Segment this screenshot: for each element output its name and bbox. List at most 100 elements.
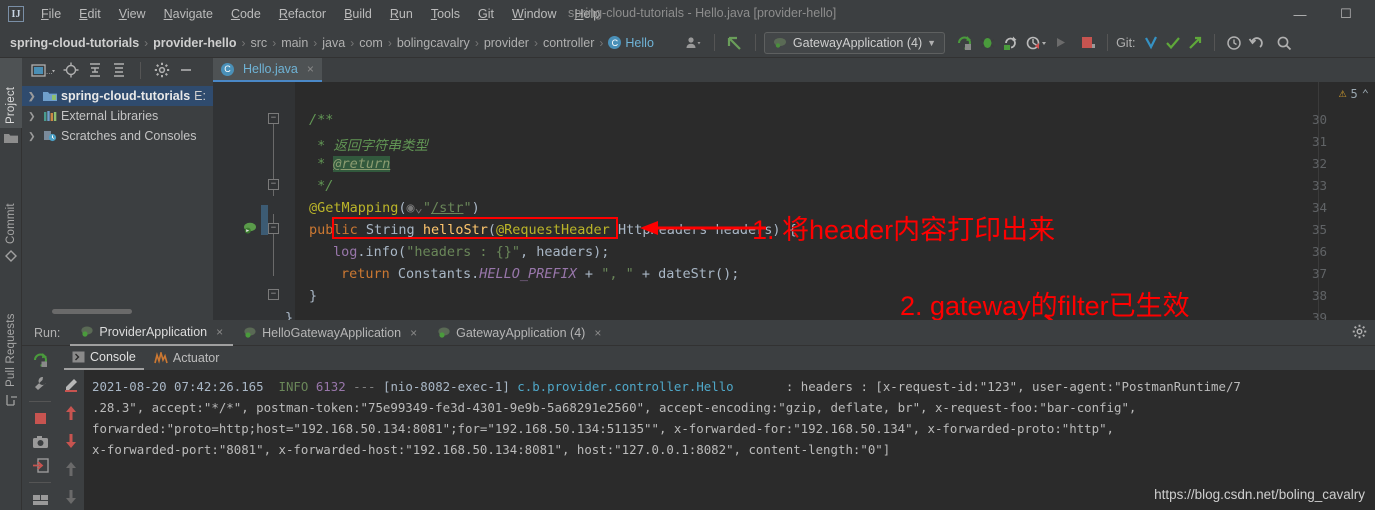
run-gutter-icon[interactable]: [243, 221, 257, 235]
editor-tab-hello-java[interactable]: C Hello.java ×: [213, 58, 322, 82]
class-badge-icon: C: [608, 36, 622, 49]
title-bar: IJ File Edit View Navigate Code Refactor…: [0, 0, 1375, 28]
menu-item-navigate[interactable]: Navigate: [155, 3, 222, 25]
menu-item-view[interactable]: View: [110, 3, 155, 25]
breadcrumb-item-class[interactable]: Hello: [625, 36, 654, 50]
rerun-icon[interactable]: [28, 350, 52, 371]
prev-icon[interactable]: [59, 458, 83, 480]
gear-icon[interactable]: [1352, 324, 1367, 339]
run-icon[interactable]: [1050, 32, 1071, 54]
layout-icon[interactable]: [28, 489, 52, 510]
coverage-icon[interactable]: [999, 32, 1022, 54]
menu-item-edit[interactable]: Edit: [70, 3, 110, 25]
code-line-32: * @return: [309, 156, 391, 172]
console-icon: [72, 351, 85, 363]
breadcrumb-item-0[interactable]: spring-cloud-tutorials: [10, 36, 139, 50]
menu-item-build[interactable]: Build: [335, 3, 381, 25]
project-view-icon[interactable]: ...: [28, 59, 58, 81]
tab-actuator[interactable]: Actuator: [146, 346, 228, 370]
close-icon[interactable]: ×: [307, 62, 314, 76]
gear-icon[interactable]: [151, 59, 173, 81]
inspection-widget[interactable]: ⚠ 5 ⌃: [1339, 86, 1369, 101]
breadcrumb-item-8[interactable]: controller: [543, 36, 594, 50]
run-tab-provider-application[interactable]: ProviderApplication ×: [70, 320, 234, 346]
run-tab-hello-gateway-application[interactable]: HelloGatewayApplication ×: [233, 320, 427, 346]
window-controls: — ☐: [1277, 0, 1369, 28]
breadcrumb-item-1[interactable]: provider-hello: [153, 36, 236, 50]
sub-tab-label: Console: [90, 350, 136, 364]
maximize-button[interactable]: ☐: [1323, 0, 1369, 28]
menu-item-git[interactable]: Git: [469, 3, 503, 25]
search-icon[interactable]: [1273, 32, 1295, 54]
breadcrumb-item-2[interactable]: src: [251, 36, 268, 50]
menu-item-window[interactable]: Window: [503, 3, 565, 25]
watermark-url: https://blog.csdn.net/boling_cavalry: [1154, 487, 1365, 502]
back-arrow-icon[interactable]: [723, 32, 747, 54]
run-tab-gateway-application[interactable]: GatewayApplication (4) ×: [427, 320, 611, 346]
editor-gutter[interactable]: [213, 82, 295, 320]
menu-item-tools[interactable]: Tools: [422, 3, 469, 25]
navigation-bar: spring-cloud-tutorials › provider-hello …: [0, 28, 1375, 58]
camera-icon[interactable]: [28, 431, 52, 452]
scroll-up-icon[interactable]: [59, 402, 83, 424]
git-update-icon[interactable]: [1140, 32, 1162, 54]
tab-console[interactable]: Console: [64, 346, 144, 370]
chevron-right-icon[interactable]: ❯: [28, 131, 39, 142]
next-icon[interactable]: [59, 486, 83, 508]
code-line-33: */: [309, 178, 334, 194]
breadcrumb-item-7[interactable]: provider: [484, 36, 529, 50]
close-icon[interactable]: ×: [216, 325, 223, 339]
code-view[interactable]: 30 − 31 32 33 − 34 35 − 36 37 38 − 39 /*…: [213, 82, 1375, 326]
tree-node-scratches-and-consoles[interactable]: ❯ Scratches and Consoles: [22, 126, 213, 146]
sidebar-item-project[interactable]: Project: [0, 58, 22, 128]
breadcrumb-item-6[interactable]: bolingcavalry: [397, 36, 470, 50]
close-icon[interactable]: ×: [410, 326, 417, 340]
menu-item-file[interactable]: File: [32, 3, 70, 25]
scroll-down-icon[interactable]: [59, 430, 83, 452]
git-commit-icon[interactable]: [1162, 32, 1184, 54]
stop-icon[interactable]: [28, 408, 52, 429]
warning-triangle-icon: ⚠: [1338, 86, 1347, 101]
history-icon[interactable]: [1223, 32, 1245, 54]
menu-item-run[interactable]: Run: [381, 3, 422, 25]
menu-item-refactor[interactable]: Refactor: [270, 3, 335, 25]
soft-wrap-icon[interactable]: [59, 374, 83, 396]
breadcrumb-sep: ›: [387, 35, 392, 50]
stop-icon[interactable]: [1077, 32, 1099, 54]
fold-toggle-icon[interactable]: −: [268, 113, 279, 124]
breadcrumb-item-4[interactable]: java: [322, 36, 345, 50]
collapse-all-icon[interactable]: [108, 59, 130, 81]
menu-item-code[interactable]: Code: [222, 3, 270, 25]
chevron-right-icon[interactable]: ❯: [28, 111, 39, 122]
chevron-right-icon[interactable]: ❯: [28, 91, 39, 102]
locate-icon[interactable]: [60, 59, 82, 81]
hide-icon[interactable]: [175, 59, 197, 81]
tree-node-spring-cloud-tutorials[interactable]: ❯ spring-cloud-tutorials E:: [22, 86, 213, 106]
fold-toggle-icon[interactable]: −: [268, 289, 279, 300]
sidebar-item-pull-requests[interactable]: Pull Requests: [0, 276, 22, 391]
rerun-icon[interactable]: [953, 32, 976, 54]
export-icon[interactable]: [28, 455, 52, 476]
tree-node-external-libraries[interactable]: ❯ External Libraries: [22, 106, 213, 126]
minimize-button[interactable]: —: [1277, 0, 1323, 28]
close-icon[interactable]: ×: [594, 326, 601, 340]
tree-node-label: External Libraries: [61, 109, 159, 123]
run-configuration-selector[interactable]: GatewayApplication (4) ▼: [763, 31, 946, 54]
code-line-36: log.info("headers : {}", headers);: [333, 244, 610, 260]
debug-icon[interactable]: [976, 32, 999, 54]
chevron-up-icon[interactable]: ⌃: [1362, 87, 1369, 101]
breadcrumb-item-3[interactable]: main: [281, 36, 308, 50]
profile-icon[interactable]: [1022, 32, 1050, 54]
project-horizontal-scrollbar[interactable]: [52, 309, 132, 314]
breadcrumb-item-5[interactable]: com: [359, 36, 383, 50]
undo-icon[interactable]: [1245, 32, 1267, 54]
editor-area: C Hello.java × 30 − 31 32 33 − 34 35 − 3…: [213, 58, 1375, 326]
fold-toggle-icon[interactable]: −: [268, 223, 279, 234]
git-push-icon[interactable]: [1184, 32, 1206, 54]
sidebar-item-commit[interactable]: Commit: [0, 168, 22, 248]
expand-all-icon[interactable]: [84, 59, 106, 81]
wrench-icon[interactable]: [28, 374, 52, 395]
pull-requests-icon: [5, 394, 17, 407]
fold-toggle-icon[interactable]: −: [268, 179, 279, 190]
user-icon[interactable]: [682, 32, 706, 54]
